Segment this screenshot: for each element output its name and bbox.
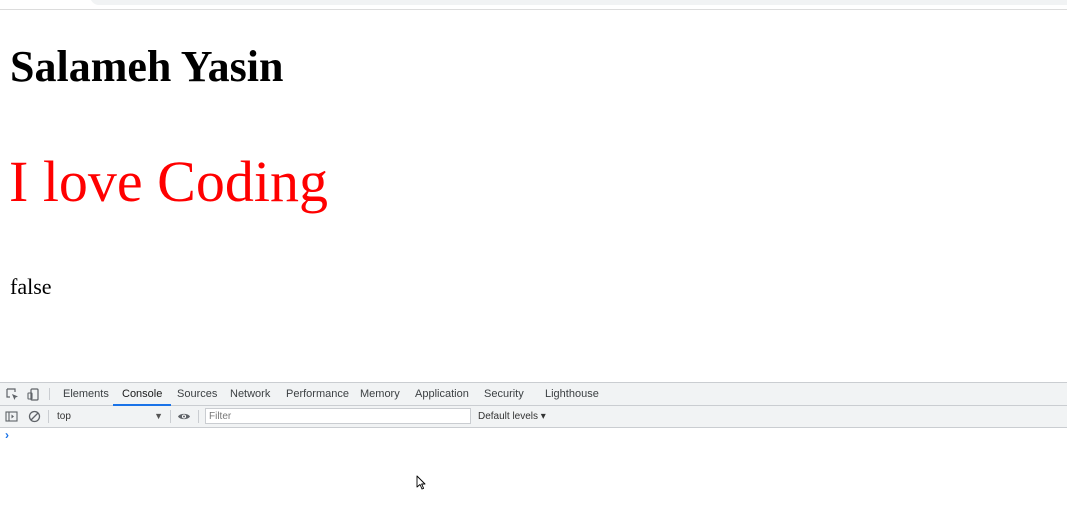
tab-console[interactable]: Console [112,383,172,406]
device-toolbar-icon[interactable] [26,387,40,401]
tabbar-divider [49,388,50,400]
console-output[interactable]: › [0,428,1067,507]
tab-performance[interactable]: Performance [286,383,349,405]
tab-application[interactable]: Application [415,383,469,405]
highlight-paragraph: I love Coding [9,149,328,214]
tab-sources[interactable]: Sources [177,383,217,405]
inspect-element-icon[interactable] [5,387,19,401]
page-content: Salameh Yasin I love Coding false [0,10,1067,382]
console-toolbar: top ▼ Default levels ▾ [0,406,1067,428]
result-paragraph: false [10,274,52,299]
dropdown-triangle-icon: ▼ [154,411,163,421]
devtools-panel: Elements Console Sources Network Perform… [0,382,1067,507]
toolbar-divider [48,410,49,423]
console-sidebar-icon[interactable] [4,409,18,423]
tab-lighthouse[interactable]: Lighthouse [545,383,599,405]
log-levels-dropdown[interactable]: Default levels ▾ [478,408,546,425]
console-filter-input[interactable] [205,408,471,424]
live-expression-eye-icon[interactable] [177,409,191,423]
mouse-pointer-icon [416,475,426,490]
tab-memory[interactable]: Memory [360,383,400,405]
context-selector[interactable]: top ▼ [54,408,166,425]
tab-elements[interactable]: Elements [63,383,109,405]
browser-chrome-strip [0,0,1067,10]
devtools-tabbar: Elements Console Sources Network Perform… [0,383,1067,406]
page-heading: Salameh Yasin [10,42,284,91]
address-bar[interactable] [90,0,1067,5]
console-prompt-caret: › [5,428,9,442]
clear-console-icon[interactable] [27,409,41,423]
tab-security[interactable]: Security [484,383,524,405]
context-value: top [57,411,71,422]
tab-network[interactable]: Network [230,383,270,405]
toolbar-divider [170,410,171,423]
toolbar-divider [198,410,199,423]
